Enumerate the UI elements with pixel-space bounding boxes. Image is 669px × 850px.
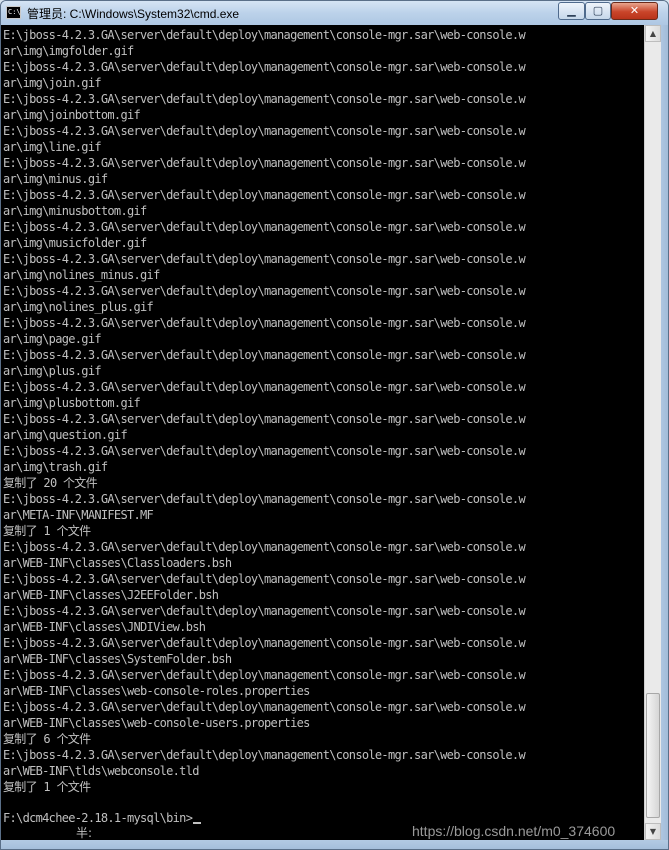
console-line: E:\jboss-4.2.3.GA\server\default\deploy\… (3, 572, 526, 586)
console-line: ar\WEB-INF\tlds\webconsole.tld (3, 764, 199, 778)
watermark-text: https://blog.csdn.net/m0_374600 (412, 823, 616, 839)
console-line: ar\img\imgfolder.gif (3, 44, 134, 58)
console-line: E:\jboss-4.2.3.GA\server\default\deploy\… (3, 92, 526, 106)
console-line: E:\jboss-4.2.3.GA\server\default\deploy\… (3, 380, 526, 394)
console-line: ar\img\nolines_minus.gif (3, 268, 160, 282)
scroll-thumb[interactable] (646, 693, 660, 818)
text-cursor (193, 822, 202, 824)
vertical-scrollbar[interactable]: ▲ ▼ (644, 25, 661, 840)
window-title: 管理员: C:\Windows\System32\cmd.exe (27, 7, 240, 21)
console-line: ar\img\musicfolder.gif (3, 236, 147, 250)
ime-status: 半: (76, 826, 93, 840)
scroll-up-arrow-icon[interactable]: ▲ (645, 25, 661, 42)
console-line: ar\WEB-INF\classes\web-console-users.pro… (3, 716, 310, 730)
console-line: E:\jboss-4.2.3.GA\server\default\deploy\… (3, 28, 526, 42)
close-button[interactable]: ✕ (611, 2, 658, 20)
command-prompt-line[interactable]: F:\dcm4chee-2.18.1-mysql\bin> (3, 810, 202, 826)
cmd-app-icon[interactable]: C:\ (6, 6, 21, 19)
console-line: 复制了 20 个文件 (3, 476, 98, 490)
console-line: E:\jboss-4.2.3.GA\server\default\deploy\… (3, 700, 526, 714)
prompt-text: F:\dcm4chee-2.18.1-mysql\bin> (3, 811, 193, 825)
console-line: E:\jboss-4.2.3.GA\server\default\deploy\… (3, 284, 526, 298)
console-line: E:\jboss-4.2.3.GA\server\default\deploy\… (3, 188, 526, 202)
console-line: E:\jboss-4.2.3.GA\server\default\deploy\… (3, 604, 526, 618)
console-line: E:\jboss-4.2.3.GA\server\default\deploy\… (3, 540, 526, 554)
minimize-button[interactable]: ▁ (558, 2, 585, 20)
console-line: 复制了 1 个文件 (3, 780, 91, 794)
console-line: ar\img\minusbottom.gif (3, 204, 147, 218)
console-line: E:\jboss-4.2.3.GA\server\default\deploy\… (3, 668, 526, 682)
console-line: ar\img\line.gif (3, 140, 102, 154)
console-line: ar\WEB-INF\classes\JNDIView.bsh (3, 620, 206, 634)
console-line: E:\jboss-4.2.3.GA\server\default\deploy\… (3, 220, 526, 234)
console-line: E:\jboss-4.2.3.GA\server\default\deploy\… (3, 636, 526, 650)
console-line: ar\WEB-INF\classes\web-console-roles.pro… (3, 684, 310, 698)
console-line: ar\img\join.gif (3, 76, 102, 90)
console-line: 复制了 1 个文件 (3, 524, 91, 538)
title-bar[interactable]: C:\ 管理员: C:\Windows\System32\cmd.exe ▁ ▢… (1, 1, 668, 25)
window-frame-bottom (1, 840, 668, 849)
console-line: E:\jboss-4.2.3.GA\server\default\deploy\… (3, 156, 526, 170)
console-line: ar\img\minus.gif (3, 172, 108, 186)
console-line: ar\img\trash.gif (3, 460, 108, 474)
console-line: ar\WEB-INF\classes\J2EEFolder.bsh (3, 588, 219, 602)
console-line: ar\img\plus.gif (3, 364, 102, 378)
console-line: E:\jboss-4.2.3.GA\server\default\deploy\… (3, 748, 526, 762)
console-line: ar\img\plusbottom.gif (3, 396, 141, 410)
console-line: E:\jboss-4.2.3.GA\server\default\deploy\… (3, 60, 526, 74)
console-line: 复制了 6 个文件 (3, 732, 91, 746)
console-line: ar\img\page.gif (3, 332, 102, 346)
console-line: E:\jboss-4.2.3.GA\server\default\deploy\… (3, 444, 526, 458)
console-line: ar\img\joinbottom.gif (3, 108, 141, 122)
console-line: ar\img\nolines_plus.gif (3, 300, 154, 314)
console-line: ar\WEB-INF\classes\SystemFolder.bsh (3, 652, 232, 666)
console-line: E:\jboss-4.2.3.GA\server\default\deploy\… (3, 252, 526, 266)
console-line: ar\WEB-INF\classes\Classloaders.bsh (3, 556, 232, 570)
window-frame-right (661, 25, 668, 840)
console-line: E:\jboss-4.2.3.GA\server\default\deploy\… (3, 124, 526, 138)
console-line: E:\jboss-4.2.3.GA\server\default\deploy\… (3, 412, 526, 426)
console-lines: E:\jboss-4.2.3.GA\server\default\deploy\… (3, 27, 526, 795)
cmd-window: C:\ 管理员: C:\Windows\System32\cmd.exe ▁ ▢… (0, 0, 669, 850)
maximize-button[interactable]: ▢ (585, 2, 611, 20)
console-line: E:\jboss-4.2.3.GA\server\default\deploy\… (3, 492, 526, 506)
scroll-down-arrow-icon[interactable]: ▼ (645, 823, 661, 840)
console-line: ar\img\question.gif (3, 428, 128, 442)
console-output-area[interactable]: E:\jboss-4.2.3.GA\server\default\deploy\… (1, 25, 644, 840)
console-line: E:\jboss-4.2.3.GA\server\default\deploy\… (3, 316, 526, 330)
console-line: ar\META-INF\MANIFEST.MF (3, 508, 154, 522)
console-line: E:\jboss-4.2.3.GA\server\default\deploy\… (3, 348, 526, 362)
